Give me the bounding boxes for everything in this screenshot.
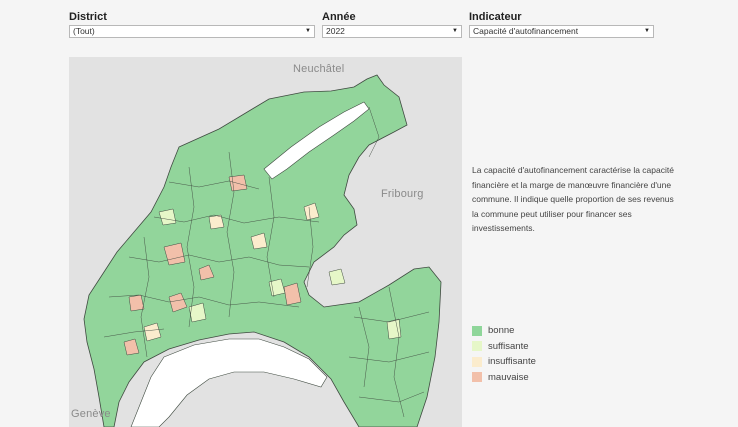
district-filter: District (Tout) ▼ xyxy=(69,10,315,38)
commune-map[interactable]: Neuchâtel Fribourg Genève xyxy=(69,57,462,427)
annee-value: 2022 xyxy=(326,26,345,36)
indicateur-label: Indicateur xyxy=(469,11,522,23)
dropdown-arrow-icon[interactable]: ▼ xyxy=(452,26,458,37)
indicateur-filter: Indicateur Capacité d'autofinancement ▼ xyxy=(469,10,654,38)
city-label-geneve: Genève xyxy=(71,408,111,420)
legend-label: suffisante xyxy=(488,340,529,352)
legend-label: mauvaise xyxy=(488,371,529,383)
map-legend: bonne suffisante insuffisante mauvaise xyxy=(472,323,536,385)
legend-item-insuffisante[interactable]: insuffisante xyxy=(472,354,536,370)
legend-item-bonne[interactable]: bonne xyxy=(472,323,536,339)
city-label-neuchatel: Neuchâtel xyxy=(293,63,345,75)
legend-label: insuffisante xyxy=(488,356,536,368)
legend-swatch xyxy=(472,356,482,367)
district-dropdown[interactable]: (Tout) ▼ xyxy=(69,25,315,38)
dropdown-arrow-icon[interactable]: ▼ xyxy=(305,26,311,37)
legend-swatch xyxy=(472,372,482,383)
legend-swatch xyxy=(472,325,482,336)
annee-filter: Année 2022 ▼ xyxy=(322,10,462,38)
indicateur-value: Capacité d'autofinancement xyxy=(473,26,579,36)
city-label-fribourg: Fribourg xyxy=(381,188,424,200)
district-label: District xyxy=(69,11,107,23)
legend-item-mauvaise[interactable]: mauvaise xyxy=(472,370,536,386)
dropdown-arrow-icon[interactable]: ▼ xyxy=(644,26,650,37)
annee-dropdown[interactable]: 2022 ▼ xyxy=(322,25,462,38)
indicator-description: La capacité d'autofinancement caractéris… xyxy=(472,165,674,233)
annee-label: Année xyxy=(322,11,356,23)
legend-item-suffisante[interactable]: suffisante xyxy=(472,339,536,355)
canton-vaud-region xyxy=(83,74,442,427)
legend-label: bonne xyxy=(488,325,515,337)
indicateur-dropdown[interactable]: Capacité d'autofinancement ▼ xyxy=(469,25,654,38)
legend-swatch xyxy=(472,341,482,352)
district-value: (Tout) xyxy=(73,26,95,36)
map-svg xyxy=(83,74,442,427)
